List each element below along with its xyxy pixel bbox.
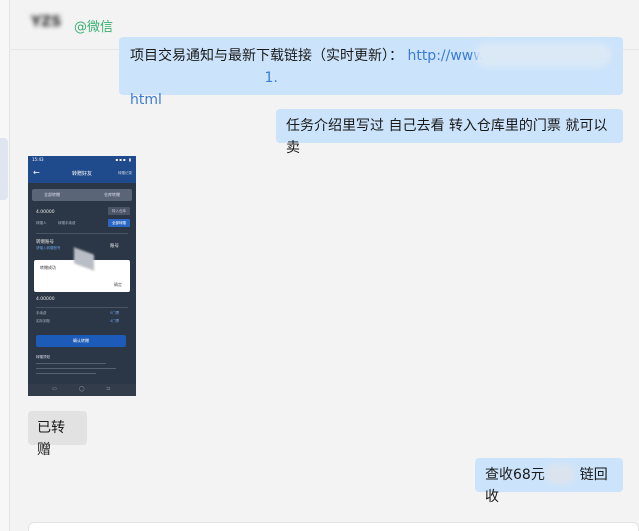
message-image-screenshot[interactable]: 15:43 ▪▪▪ ▮ ← 转赠好友 转赠记录 全部转赠 仓库转赠 4.0000… <box>28 156 136 396</box>
message-link-end[interactable]: html <box>130 92 162 108</box>
message-bubble-self[interactable]: 查收68元 链回收 <box>475 458 623 505</box>
phone-status-bar: 15:43 ▪▪▪ ▮ <box>28 156 136 163</box>
message-link-suffix[interactable]: 1. <box>264 70 277 86</box>
phone-tabs: 全部转赠 仓库转赠 <box>32 189 132 201</box>
message-text: 任务介绍里写过 自己去看 转入仓库里的门票 就可以卖 <box>286 118 608 156</box>
redacted-region <box>545 464 575 484</box>
home-icon: ◯ <box>79 386 85 392</box>
active-conversation-marker[interactable] <box>0 138 8 200</box>
phone-button: 全部转赠 <box>108 219 130 227</box>
message-text: 查收68元 <box>485 467 545 483</box>
phone-confirm-button: 确认转赠 <box>36 335 126 347</box>
phone-button: 转入仓库 <box>108 207 130 215</box>
phone-dialog-message: 转赠成功 <box>40 265 56 270</box>
phone-top-right-link: 转赠记录 <box>118 171 132 175</box>
phone-nav-bar: ▭ ◯ ⊐ <box>28 384 136 396</box>
message-input-box[interactable] <box>28 522 639 531</box>
message-bubble-self[interactable]: 任务介绍里写过 自己去看 转入仓库里的门票 就可以卖 <box>276 109 623 156</box>
message-bubble-self[interactable]: 项目交易通知与最新下载链接（实时更新）： http://www. 1. html <box>119 37 623 108</box>
conversation-list-edge <box>0 0 10 531</box>
phone-body: 全部转赠 仓库转赠 4.00000 转入仓库 转赠人 转赠手续费 全部转赠 转赠… <box>28 183 136 396</box>
signal-battery-icon: ▪▪▪ ▮ <box>115 157 132 162</box>
phone-dialog-ok: 确定 <box>114 282 122 287</box>
message-text: 项目交易通知与最新下载链接（实时更新）： <box>130 48 403 64</box>
contact-name[interactable]: YZS <box>31 14 61 30</box>
redacted-region <box>475 43 611 67</box>
contact-platform-tag: @微信 <box>74 20 114 35</box>
message-bubble-peer[interactable]: 已转赠 <box>28 411 87 458</box>
back-icon: ⊐ <box>106 386 111 392</box>
phone-amount-top: 4.00000 <box>36 210 55 215</box>
phone-title-bar: ← 转赠好友 转赠记录 <box>28 163 136 183</box>
recent-apps-icon: ▭ <box>52 386 57 392</box>
message-text: 已转赠 <box>37 420 65 458</box>
